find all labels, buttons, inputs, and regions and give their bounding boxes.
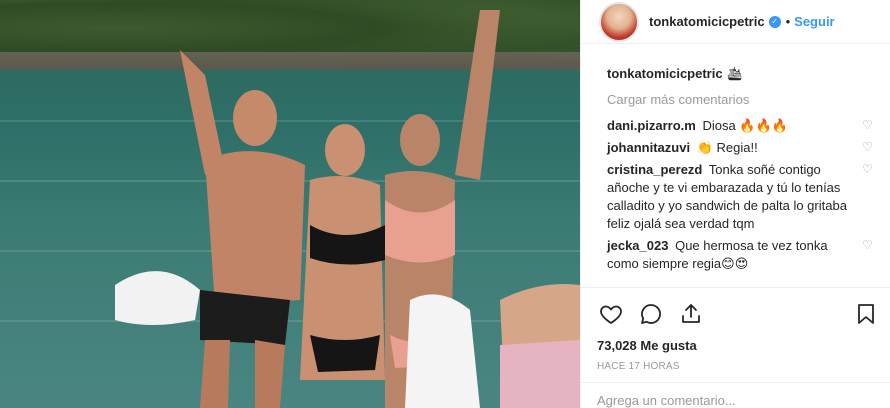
verified-icon: ✓ bbox=[768, 15, 781, 28]
avatar[interactable] bbox=[599, 1, 639, 42]
photo-people bbox=[115, 10, 580, 408]
header-username[interactable]: tonkatomicicpetric bbox=[649, 14, 765, 29]
comment-username[interactable]: jecka_023 bbox=[607, 238, 668, 253]
comment: dani.pizarro.m Diosa 🔥🔥🔥 ♡ bbox=[607, 117, 874, 135]
post-header: tonkatomicicpetric ✓ • Seguir bbox=[581, 0, 890, 44]
instagram-post: tonkatomicicpetric ✓ • Seguir tonkatomic… bbox=[0, 0, 890, 408]
comments-list: tonkatomicicpetric 🛳 Cargar más comentar… bbox=[581, 44, 890, 273]
comment: johannitazuvi 👏 Regia!! ♡ bbox=[607, 139, 874, 157]
separator-dot: • bbox=[785, 14, 791, 29]
add-comment-input[interactable]: Agrega un comentario... bbox=[581, 382, 890, 408]
heart-icon[interactable]: ♡ bbox=[862, 119, 874, 131]
comment-username[interactable]: dani.pizarro.m bbox=[607, 118, 696, 133]
likes-count[interactable]: 73,028 Me gusta bbox=[597, 338, 880, 353]
comment: jecka_023 Que hermosa te vez tonka como … bbox=[607, 237, 874, 273]
post-photo[interactable] bbox=[0, 0, 580, 408]
post-timestamp[interactable]: HACE 17 HORAS bbox=[597, 361, 880, 372]
comment-username[interactable]: johannitazuvi bbox=[607, 140, 690, 155]
load-more-comments-button[interactable]: Cargar más comentarios bbox=[607, 92, 874, 107]
post-actions: 73,028 Me gusta HACE 17 HORAS bbox=[581, 287, 890, 372]
comment-text: Diosa 🔥🔥🔥 bbox=[702, 118, 788, 133]
bookmark-icon[interactable] bbox=[852, 300, 880, 328]
caption-text: 🛳 bbox=[726, 66, 743, 81]
comment: cristina_perezd Tonka soñé contigo añoch… bbox=[607, 161, 874, 233]
post-side-panel: tonkatomicicpetric ✓ • Seguir tonkatomic… bbox=[580, 0, 890, 408]
caption-username[interactable]: tonkatomicicpetric bbox=[607, 66, 723, 81]
comment-username[interactable]: cristina_perezd bbox=[607, 162, 702, 177]
share-icon[interactable] bbox=[677, 300, 705, 328]
heart-icon[interactable]: ♡ bbox=[862, 239, 874, 251]
comment-text: 👏 Regia!! bbox=[696, 140, 758, 155]
action-icons bbox=[597, 296, 880, 332]
heart-icon[interactable]: ♡ bbox=[862, 163, 874, 175]
comment-icon[interactable] bbox=[637, 300, 665, 328]
follow-button[interactable]: Seguir bbox=[794, 14, 834, 29]
post-caption: tonkatomicicpetric 🛳 bbox=[607, 66, 874, 82]
heart-icon[interactable] bbox=[597, 300, 625, 328]
heart-icon[interactable]: ♡ bbox=[862, 141, 874, 153]
